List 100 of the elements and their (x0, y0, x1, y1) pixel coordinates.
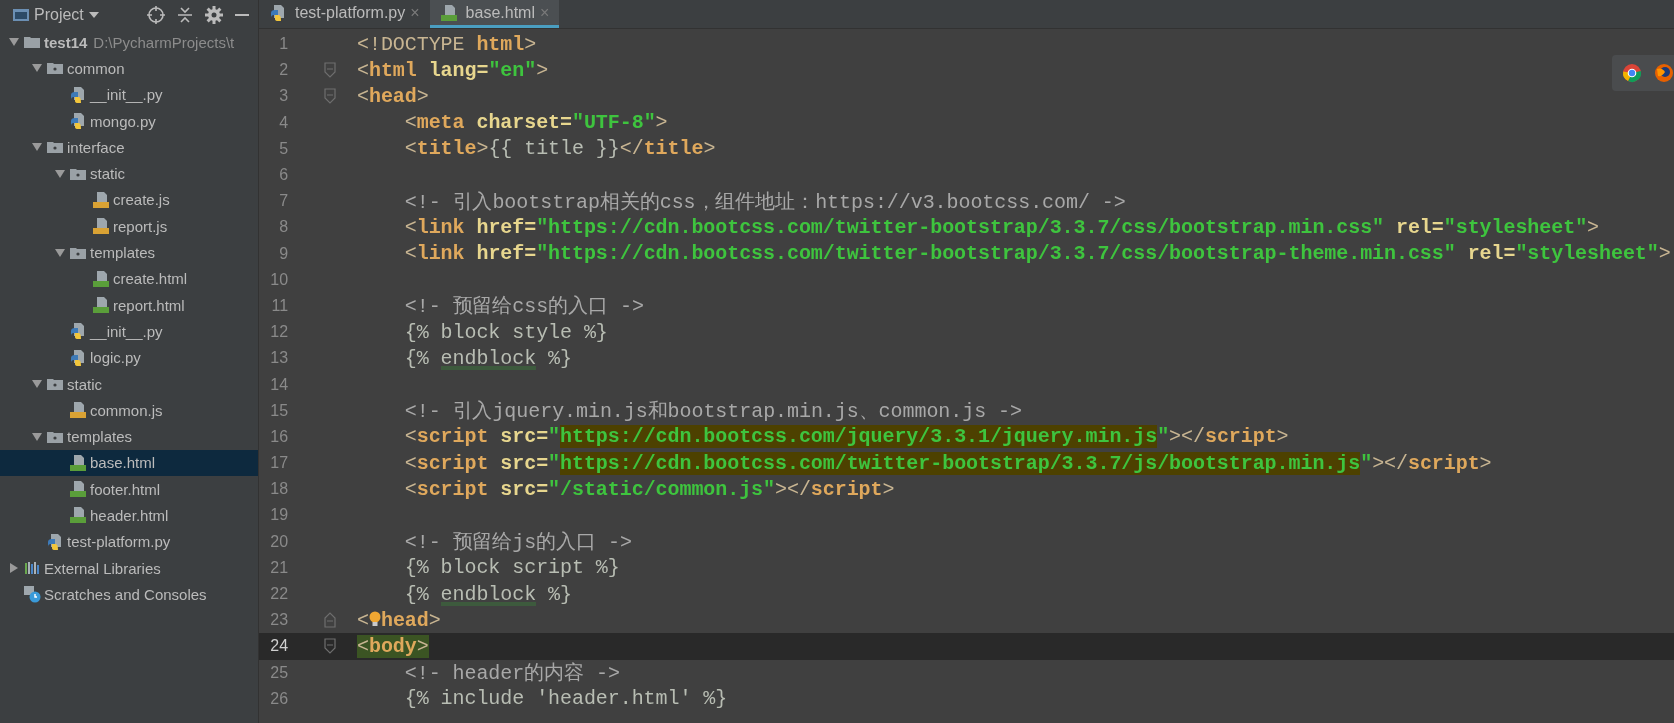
tree-item[interactable]: footer.html (0, 476, 258, 503)
tree-item[interactable]: templates (0, 423, 258, 450)
code-line: {% include 'header.html' %} (403, 687, 728, 711)
line-number: 10 (269, 270, 288, 289)
tree-item[interactable]: test14 D:\PycharmProjects\t (0, 29, 258, 56)
tree-item[interactable]: logic.py (0, 344, 258, 371)
tree-item[interactable]: interface (0, 134, 258, 161)
item-label: common (67, 59, 125, 77)
line-number: 6 (278, 166, 288, 185)
tree-item[interactable]: __init__.py (0, 81, 258, 108)
code-line: <script src="https://cdn.bootcss.com/jquery/3.3.1/jquery.min.js"></script> (403, 425, 1289, 449)
item-label: create.html (113, 270, 188, 288)
item-label: interface (67, 138, 125, 156)
js-file-icon (69, 401, 87, 420)
tree-item[interactable]: __init__.py (0, 318, 258, 345)
browser-icon[interactable] (1622, 63, 1642, 83)
code-line: <!- 引入jquery.min.js和bootstrap.min.js、common.js -> (403, 399, 1022, 425)
tree-item[interactable]: mongo.py (0, 107, 258, 135)
tree-item[interactable]: static (0, 160, 258, 187)
code-line: < head> (356, 608, 441, 632)
item-label: templates (90, 244, 156, 261)
expand-arrow-icon[interactable] (53, 246, 66, 259)
fold-marker-icon[interactable] (324, 88, 336, 105)
editor-tab[interactable]: base.html × (429, 0, 560, 28)
js-file-icon (92, 217, 110, 236)
settings-icon[interactable] (204, 4, 224, 25)
tree-item[interactable]: report.html (0, 291, 258, 319)
tree-item[interactable]: base.html (0, 449, 258, 477)
item-label: create.js (113, 191, 170, 209)
item-path: D:\PycharmProjects\t (93, 33, 235, 51)
line-number: 2 (278, 61, 288, 80)
code-line: <!- header的内容 -> (403, 661, 620, 687)
code-line: <html lang="en"> (356, 58, 549, 82)
code-line: <!- 预留给css的入口 -> (403, 294, 644, 320)
item-label: static (90, 165, 125, 183)
line-number: 17 (269, 454, 288, 473)
tree-item[interactable]: header.html (0, 502, 258, 529)
view-selector[interactable]: Project (12, 5, 100, 24)
item-label: templates (67, 428, 133, 446)
line-number: 5 (278, 139, 288, 158)
fold-marker-icon[interactable] (324, 638, 336, 655)
tree-item[interactable]: test-platform.py (0, 528, 258, 555)
expand-arrow-icon[interactable] (30, 378, 43, 390)
tree-item[interactable]: templates (0, 239, 258, 266)
fold-marker-icon[interactable] (324, 612, 336, 629)
item-label: static (67, 375, 102, 393)
item-label: test14 (44, 33, 88, 51)
python-file-icon (69, 112, 87, 131)
browser-icon[interactable] (1654, 63, 1674, 83)
code-line: <!- 预留给js的入口 -> (403, 530, 632, 556)
item-label: __init__.py (90, 322, 163, 340)
code-line: <link href="https://cdn.bootcss.com/twitter-bootstrap/3.3.7/css/bootstrap.min.css" rel="stylesheet"> (403, 215, 1600, 239)
html-file-icon (92, 296, 110, 315)
locate-icon[interactable] (146, 4, 166, 25)
item-label: header.html (90, 507, 169, 524)
code-line: <script src="https://cdn.bootcss.com/twitter-bootstrap/3.3.7/js/bootstrap.min.js"></script> (403, 451, 1492, 475)
tree-item[interactable]: common.js (0, 397, 258, 424)
line-number: 3 (278, 87, 288, 106)
expand-arrow-icon[interactable] (53, 167, 66, 180)
tree-item[interactable]: static (0, 370, 258, 398)
python-file-icon (269, 3, 287, 22)
collapse-all-icon[interactable] (176, 4, 194, 25)
item-label: External Libraries (44, 559, 161, 577)
item-label: Scratches and Consoles (44, 585, 207, 603)
item-label: mongo.py (90, 112, 156, 130)
code-line: <!DOCTYPE html> (356, 32, 537, 56)
code-line: <head> (356, 84, 429, 108)
python-file-icon (69, 85, 87, 104)
code-line: <!- 引入bootstrap相关的css，组件地址：https://v3.bootcss.com/ -> (403, 189, 1126, 215)
python-file-icon (46, 532, 64, 551)
collapse-arrow-icon[interactable] (7, 562, 20, 575)
code-line: <title>{{ title }}</title> (403, 137, 716, 161)
tree-item[interactable]: Scratches and Consoles (0, 581, 258, 608)
js-file-icon (92, 190, 110, 209)
item-label: report.html (113, 296, 185, 314)
fold-marker-icon[interactable] (324, 62, 336, 79)
tree-item[interactable]: create.js (0, 186, 258, 214)
code-line: <script src="/static/common.js"></script> (403, 477, 895, 501)
tree-item[interactable]: report.js (0, 213, 258, 240)
line-number: 15 (269, 401, 288, 420)
line-number: 21 (269, 558, 288, 577)
item-label: test-platform.py (67, 533, 171, 551)
line-number: 25 (269, 663, 288, 682)
tree-item[interactable]: create.html (0, 265, 258, 292)
code-line: <body> (356, 634, 429, 658)
html-file-icon (69, 506, 87, 525)
python-file-icon (69, 348, 87, 367)
line-number: 22 (269, 585, 288, 604)
html-file-icon (92, 269, 110, 288)
html-file-icon (439, 3, 458, 22)
line-number: 24 (269, 637, 288, 656)
line-number: 7 (278, 192, 288, 211)
editor-tab[interactable]: test-platform.py × (259, 0, 430, 28)
item-label: __init__.py (90, 86, 163, 104)
tree-item[interactable]: External Libraries (0, 554, 258, 582)
line-number: 11 (270, 296, 288, 315)
line-number: 8 (278, 218, 288, 237)
tree-item[interactable]: common (0, 55, 258, 82)
expand-arrow-icon[interactable] (30, 430, 43, 443)
item-label: report.js (113, 217, 168, 235)
